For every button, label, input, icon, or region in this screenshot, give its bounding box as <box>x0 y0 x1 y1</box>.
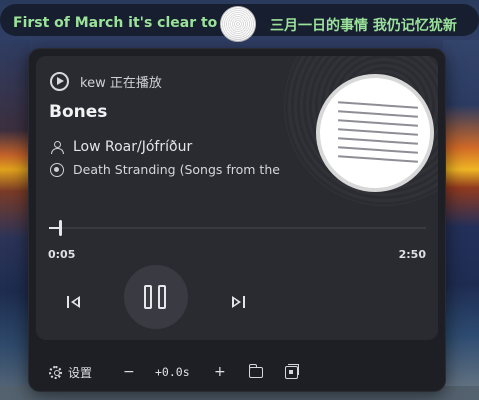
pause-button[interactable] <box>124 265 188 329</box>
artist-row: Low Roar/Jófríður <box>50 139 192 155</box>
lyric-bar[interactable]: First of March it's clear to me 三月一日的事情 … <box>0 4 479 42</box>
background-left <box>0 40 30 400</box>
decrease-offset-button[interactable]: − <box>123 361 135 383</box>
lyric-offset: +0.0s <box>155 361 190 383</box>
artist-name: Low Roar/Jófríður <box>73 139 193 155</box>
bottom-toolbar: 设置 − +0.0s + <box>43 361 433 383</box>
album-row: Death Stranding (Songs from the <box>50 162 289 177</box>
open-folder-button[interactable] <box>248 361 263 383</box>
disc-icon <box>220 6 256 42</box>
progress-thumb[interactable] <box>59 220 63 236</box>
plus-icon: + <box>214 364 226 380</box>
progress-bar[interactable] <box>49 220 426 236</box>
play-circle-icon <box>50 72 69 91</box>
background-right <box>443 40 479 400</box>
lyric-translation: 三月一日的事情 我仍记忆犹新 <box>270 18 457 34</box>
album-icon <box>50 162 64 177</box>
gear-icon <box>49 365 62 379</box>
status-text: kew 正在播放 <box>80 76 162 91</box>
cover-art-icon <box>285 363 299 379</box>
minus-icon: − <box>123 364 135 380</box>
total-time: 2:50 <box>398 248 426 261</box>
skip-next-icon <box>231 296 245 308</box>
next-button[interactable] <box>224 288 252 316</box>
now-playing-card: kew 正在播放 Bones Low Roar/Jófríður Death S… <box>36 56 438 340</box>
folder-icon <box>248 363 263 378</box>
pause-icon <box>144 285 168 309</box>
album-art-lines <box>338 101 418 166</box>
player-panel: kew 正在播放 Bones Low Roar/Jófríður Death S… <box>28 48 446 392</box>
offset-value: +0.0s <box>155 365 190 379</box>
track-title: Bones <box>49 102 108 122</box>
previous-button[interactable] <box>60 288 88 316</box>
current-time: 0:05 <box>48 248 76 261</box>
lyric-line: First of March it's clear to me <box>13 15 247 31</box>
person-icon <box>50 140 64 154</box>
album-name: Death Stranding (Songs from the <box>73 162 280 177</box>
playback-status: kew 正在播放 <box>50 72 162 91</box>
increase-offset-button[interactable]: + <box>214 361 226 383</box>
settings-label: 设置 <box>68 365 93 380</box>
cover-art-button[interactable] <box>285 361 299 383</box>
settings-button[interactable]: 设置 <box>49 361 92 383</box>
album-art <box>316 74 434 192</box>
skip-previous-icon <box>67 296 81 308</box>
